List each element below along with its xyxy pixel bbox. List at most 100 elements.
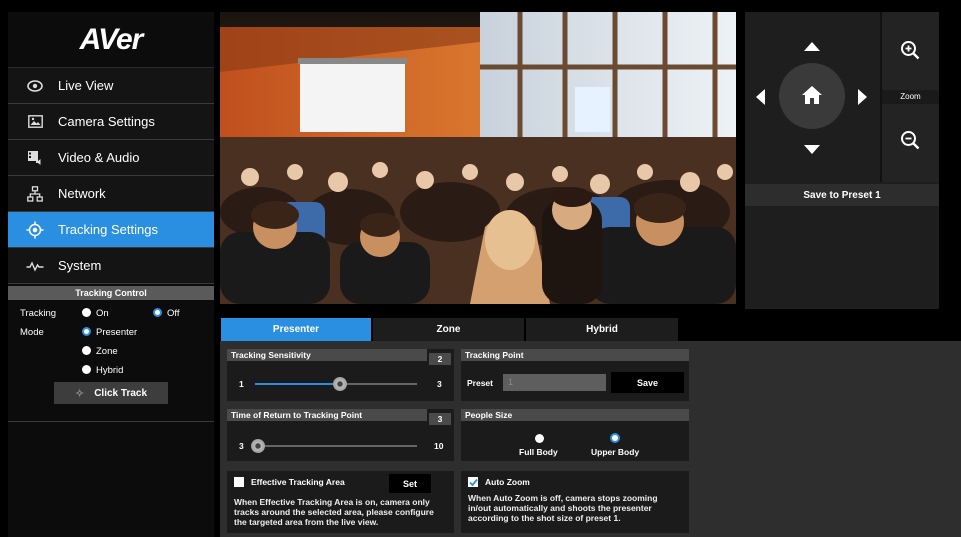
- return-time-section: Time of Return to Tracking Point 3 3 10: [227, 409, 454, 461]
- camera-control-panel: Zoom Save to Preset 1: [745, 12, 939, 309]
- radio-selected-icon: [82, 327, 91, 336]
- mode-zone-label: Zone: [96, 346, 118, 357]
- effective-area-description: When Effective Tracking Area is on, came…: [234, 497, 434, 527]
- zoom-label: Zoom: [882, 90, 939, 104]
- tracking-label: Tracking: [20, 308, 57, 319]
- arrow-left-icon: [756, 89, 765, 105]
- zoom-in-button[interactable]: [900, 40, 920, 65]
- sensitivity-slider-fill: [255, 383, 341, 385]
- arrow-up-icon: [804, 42, 820, 51]
- zoom-in-icon: [901, 41, 920, 60]
- live-view-video[interactable]: [220, 12, 736, 304]
- live-view-scene: [220, 12, 736, 304]
- zoom-out-icon: [901, 131, 920, 150]
- tab-hybrid[interactable]: Hybrid: [526, 318, 678, 341]
- eye-icon: [26, 77, 44, 95]
- upper-body-label: Upper Body: [591, 447, 640, 457]
- radio-icon: [82, 346, 91, 355]
- radio-icon: [82, 365, 91, 374]
- auto-zoom-description: When Auto Zoom is off, camera stops zoom…: [468, 493, 658, 523]
- slider-max-label: 10: [434, 441, 444, 451]
- pan-down-button[interactable]: [803, 142, 821, 160]
- tracking-sensitivity-section: Tracking Sensitivity 2 1 3: [227, 349, 454, 401]
- nav-item-tracking-settings[interactable]: Tracking Settings: [8, 212, 214, 248]
- nav-item-camera-settings[interactable]: Camera Settings: [8, 104, 214, 140]
- pan-right-button[interactable]: [858, 88, 868, 111]
- effective-area-label: Effective Tracking Area: [251, 477, 345, 487]
- click-track-label: Click Track: [94, 387, 148, 399]
- tracking-off-radio[interactable]: Off: [153, 308, 180, 319]
- pan-up-button[interactable]: [803, 38, 821, 56]
- network-icon: [26, 185, 44, 203]
- home-button[interactable]: [801, 85, 823, 110]
- effective-area-checkbox[interactable]: [234, 477, 244, 487]
- image-icon: [26, 113, 44, 131]
- auto-zoom-label: Auto Zoom: [485, 477, 530, 487]
- upper-body-radio[interactable]: [610, 433, 620, 443]
- tab-presenter[interactable]: Presenter: [221, 318, 371, 341]
- tracking-control-header: Tracking Control: [8, 286, 214, 300]
- tracking-point-section: Tracking Point Preset 1 Save: [461, 349, 689, 401]
- checkmark-icon: [468, 478, 478, 486]
- tracking-control-panel: Tracking On Off Mode Presenter Zone Hybr…: [8, 300, 214, 422]
- slider-max-label: 3: [437, 379, 442, 389]
- full-body-label: Full Body: [519, 447, 558, 457]
- save-preset-button[interactable]: Save: [611, 372, 684, 393]
- mode-zone-radio[interactable]: Zone: [82, 346, 118, 357]
- return-time-slider-track[interactable]: [253, 445, 417, 447]
- sensitivity-slider-knob[interactable]: [333, 377, 347, 391]
- nav-item-video-audio[interactable]: Video & Audio: [8, 140, 214, 176]
- people-size-title: People Size: [461, 409, 689, 421]
- nav-item-label: Network: [58, 186, 106, 201]
- tab-zone[interactable]: Zone: [373, 318, 524, 341]
- radio-icon: [82, 308, 91, 317]
- set-area-button[interactable]: Set: [389, 474, 431, 493]
- save-to-preset-button[interactable]: Save to Preset 1: [745, 184, 939, 206]
- video-audio-icon: [26, 149, 44, 167]
- slider-min-label: 3: [239, 441, 244, 451]
- nav-item-system[interactable]: System: [8, 248, 214, 284]
- zoom-controls: Zoom: [880, 12, 939, 182]
- click-icon: ✧: [74, 387, 85, 400]
- return-time-slider-knob[interactable]: [251, 439, 265, 453]
- tracking-point-title: Tracking Point: [461, 349, 689, 361]
- slider-min-label: 1: [239, 379, 244, 389]
- return-time-value: 3: [429, 413, 451, 425]
- preset-select[interactable]: 1: [503, 374, 606, 391]
- arrow-right-icon: [858, 89, 867, 105]
- return-time-title: Time of Return to Tracking Point: [227, 409, 427, 421]
- effective-area-section: Effective Tracking Area Set When Effecti…: [227, 471, 454, 533]
- zoom-out-button[interactable]: [900, 130, 920, 155]
- radio-selected-icon: [153, 308, 162, 317]
- preset-label: Preset: [467, 378, 493, 388]
- tracking-sensitivity-title: Tracking Sensitivity: [227, 349, 427, 361]
- nav-item-label: System: [58, 258, 102, 273]
- nav-item-label: Live View: [58, 78, 114, 93]
- click-track-button[interactable]: ✧ Click Track: [54, 382, 168, 404]
- mode-presenter-label: Presenter: [96, 327, 138, 338]
- mode-hybrid-radio[interactable]: Hybrid: [82, 365, 123, 376]
- auto-zoom-section: Auto Zoom When Auto Zoom is off, camera …: [461, 471, 689, 533]
- nav-item-label: Video & Audio: [58, 150, 140, 165]
- arrow-down-icon: [804, 145, 820, 154]
- nav-item-label: Camera Settings: [58, 114, 155, 129]
- mode-label: Mode: [20, 327, 44, 338]
- nav-item-network[interactable]: Network: [8, 176, 214, 212]
- pan-left-button[interactable]: [755, 88, 765, 111]
- home-icon: [802, 86, 822, 104]
- ptz-pad: [745, 12, 880, 182]
- pulse-icon: [26, 257, 44, 275]
- tracking-on-radio[interactable]: On: [82, 308, 109, 319]
- mode-presenter-radio[interactable]: Presenter: [82, 327, 137, 338]
- nav-item-live-view[interactable]: Live View: [8, 68, 214, 104]
- people-size-section: People Size Full Body Upper Body: [461, 409, 689, 461]
- mode-hybrid-label: Hybrid: [96, 365, 124, 376]
- crosshair-icon: [26, 221, 44, 239]
- tracking-sensitivity-value: 2: [429, 353, 451, 365]
- auto-zoom-checkbox[interactable]: [468, 477, 478, 487]
- aver-logo: AVer: [8, 12, 214, 68]
- full-body-radio[interactable]: [535, 434, 544, 443]
- sidebar: AVer Live View Camera Settings Video & A…: [8, 12, 214, 537]
- nav-item-label: Tracking Settings: [58, 222, 158, 237]
- tracking-off-label: Off: [167, 308, 180, 319]
